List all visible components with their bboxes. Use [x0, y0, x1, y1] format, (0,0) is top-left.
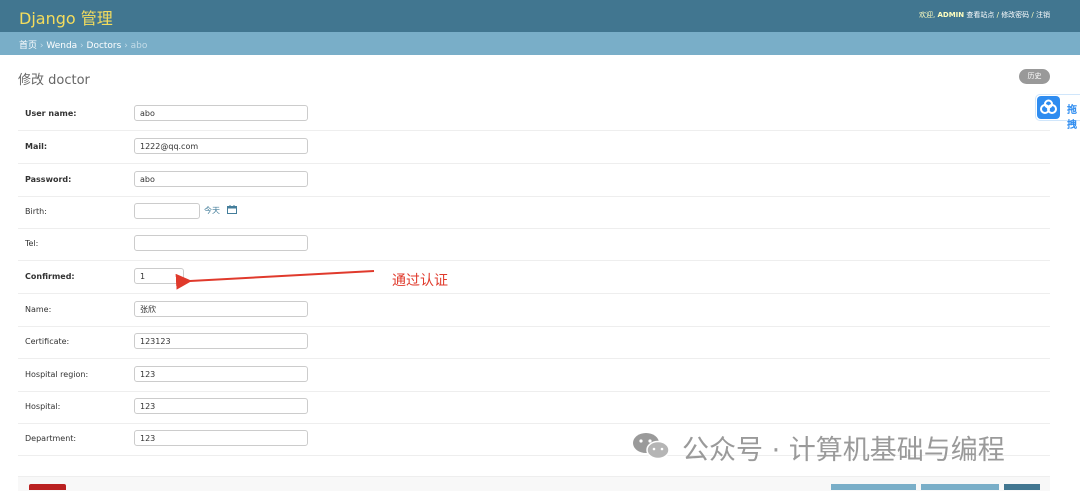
save-and-add-another-button[interactable]	[831, 484, 916, 490]
annotation-text: 通过认证	[392, 273, 448, 289]
delete-button[interactable]	[29, 484, 66, 490]
wechat-icon	[633, 433, 670, 460]
save-button[interactable]	[1004, 484, 1040, 490]
annotation-arrow	[175, 270, 375, 290]
save-and-continue-button[interactable]	[921, 484, 999, 490]
watermark-text: 公众号 · 计算机基础与编程	[682, 435, 1005, 466]
